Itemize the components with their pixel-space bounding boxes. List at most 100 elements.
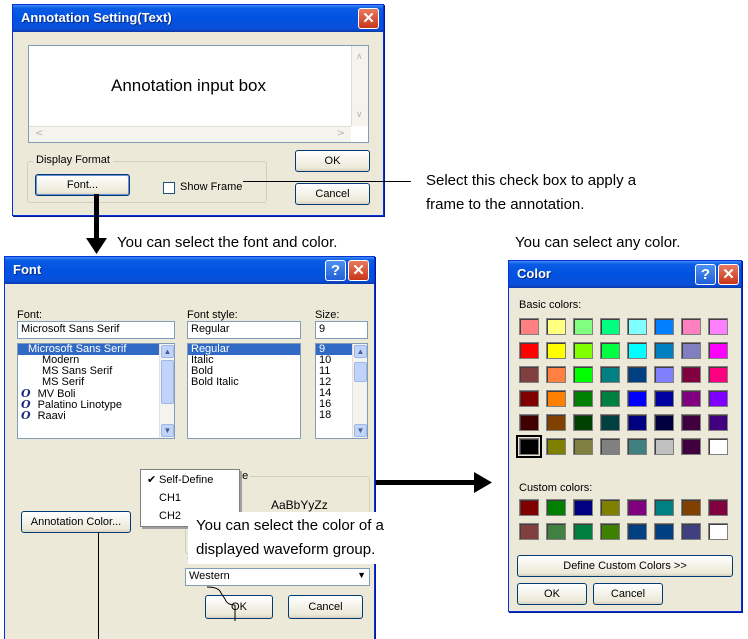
font-cancel-button[interactable]: Cancel bbox=[288, 595, 363, 619]
input-horizontal-scrollbar[interactable]: < > bbox=[29, 126, 351, 142]
color-swatch[interactable] bbox=[681, 318, 701, 335]
chevron-up-icon[interactable]: ▲ bbox=[354, 345, 367, 358]
color-swatch[interactable] bbox=[654, 499, 674, 516]
chevron-right-icon[interactable]: > bbox=[337, 128, 345, 139]
color-swatch[interactable] bbox=[627, 366, 647, 383]
menu-item-ch1[interactable]: CH1 bbox=[141, 491, 239, 507]
annotation-color-button[interactable]: Annotation Color... bbox=[21, 511, 131, 533]
color-cancel-button[interactable]: Cancel bbox=[593, 583, 663, 605]
font-list-item[interactable]: O Palatino Linotype bbox=[18, 399, 174, 411]
help-icon[interactable]: ? bbox=[695, 264, 716, 285]
chevron-up-icon[interactable]: ▲ bbox=[161, 345, 174, 358]
color-swatch[interactable] bbox=[627, 414, 647, 431]
chevron-up-icon[interactable]: ∧ bbox=[356, 52, 363, 62]
color-ok-button[interactable]: OK bbox=[517, 583, 587, 605]
close-icon[interactable]: ✕ bbox=[358, 8, 379, 29]
size-list-scroll-thumb[interactable] bbox=[354, 362, 367, 382]
color-swatch[interactable] bbox=[681, 342, 701, 359]
color-swatch[interactable] bbox=[708, 499, 728, 516]
color-swatch[interactable] bbox=[600, 438, 620, 455]
color-swatch[interactable] bbox=[546, 390, 566, 407]
color-swatch[interactable] bbox=[519, 499, 539, 516]
color-swatch[interactable] bbox=[708, 366, 728, 383]
color-swatch[interactable] bbox=[627, 390, 647, 407]
color-swatch[interactable] bbox=[519, 342, 539, 359]
close-icon[interactable]: ✕ bbox=[348, 260, 369, 281]
font-dialog-titlebar[interactable]: Font ? ✕ bbox=[5, 257, 374, 284]
help-icon[interactable]: ? bbox=[325, 260, 346, 281]
color-swatch[interactable] bbox=[600, 523, 620, 540]
color-swatch[interactable] bbox=[600, 318, 620, 335]
close-icon[interactable]: ✕ bbox=[718, 264, 739, 285]
chevron-down-icon[interactable]: ▼ bbox=[161, 424, 174, 437]
font-list-scroll-thumb[interactable] bbox=[161, 360, 174, 404]
color-swatch[interactable] bbox=[627, 342, 647, 359]
color-swatch[interactable] bbox=[654, 523, 674, 540]
color-swatch[interactable] bbox=[573, 438, 593, 455]
color-swatch[interactable] bbox=[708, 342, 728, 359]
color-swatch[interactable] bbox=[546, 438, 566, 455]
color-swatch[interactable] bbox=[519, 414, 539, 431]
color-swatch[interactable] bbox=[654, 342, 674, 359]
define-custom-colors-button[interactable]: Define Custom Colors >> bbox=[517, 555, 733, 577]
color-swatch[interactable] bbox=[600, 390, 620, 407]
color-swatch[interactable] bbox=[681, 499, 701, 516]
color-swatch[interactable] bbox=[573, 390, 593, 407]
font-button[interactable]: Font... bbox=[35, 174, 130, 196]
color-swatch[interactable] bbox=[546, 523, 566, 540]
color-swatch[interactable] bbox=[627, 499, 647, 516]
color-swatch[interactable] bbox=[519, 366, 539, 383]
color-swatch[interactable] bbox=[627, 523, 647, 540]
font-style-item[interactable]: Bold Italic bbox=[188, 377, 300, 388]
color-swatch[interactable] bbox=[516, 435, 542, 458]
color-swatch[interactable] bbox=[519, 523, 539, 540]
font-list-item[interactable]: MS Serif bbox=[18, 377, 174, 388]
annotation-ok-button[interactable]: OK bbox=[295, 150, 370, 172]
color-swatch[interactable] bbox=[681, 438, 701, 455]
size-list[interactable]: 9 10 11 12 14 16 18 ▲ ▼ bbox=[315, 343, 368, 439]
chevron-down-icon[interactable]: ▼ bbox=[354, 424, 367, 437]
color-swatch[interactable] bbox=[708, 414, 728, 431]
size-list-scrollbar[interactable]: ▲ ▼ bbox=[352, 344, 367, 438]
show-frame-checkbox[interactable] bbox=[163, 182, 175, 194]
color-swatch[interactable] bbox=[573, 499, 593, 516]
font-list-scrollbar[interactable]: ▲ ▼ bbox=[159, 344, 174, 438]
color-swatch[interactable] bbox=[573, 318, 593, 335]
color-swatch[interactable] bbox=[546, 342, 566, 359]
color-swatch[interactable] bbox=[681, 390, 701, 407]
color-swatch[interactable] bbox=[600, 342, 620, 359]
menu-item-self-define[interactable]: ✔ Self-Define bbox=[141, 473, 239, 489]
color-swatch[interactable] bbox=[546, 414, 566, 431]
color-swatch[interactable] bbox=[681, 414, 701, 431]
color-swatch[interactable] bbox=[573, 342, 593, 359]
color-swatch[interactable] bbox=[627, 438, 647, 455]
color-swatch[interactable] bbox=[546, 499, 566, 516]
color-swatch[interactable] bbox=[708, 390, 728, 407]
font-list-item[interactable]: O MV Boli bbox=[18, 388, 174, 400]
color-swatch[interactable] bbox=[573, 414, 593, 431]
font-list[interactable]: Microsoft Sans Serif Modern MS Sans Seri… bbox=[17, 343, 175, 439]
color-swatch[interactable] bbox=[654, 390, 674, 407]
color-swatch[interactable] bbox=[681, 366, 701, 383]
font-name-field[interactable]: Microsoft Sans Serif bbox=[17, 321, 175, 339]
input-vertical-scrollbar[interactable]: ∧ ∨ bbox=[351, 46, 368, 126]
color-swatch[interactable] bbox=[546, 366, 566, 383]
color-swatch[interactable] bbox=[546, 318, 566, 335]
font-style-list[interactable]: Regular Italic Bold Bold Italic bbox=[187, 343, 301, 439]
color-dialog-titlebar[interactable]: Color ? ✕ bbox=[509, 261, 741, 288]
color-swatch[interactable] bbox=[600, 499, 620, 516]
color-swatch[interactable] bbox=[627, 318, 647, 335]
color-swatch[interactable] bbox=[708, 523, 728, 540]
color-swatch[interactable] bbox=[600, 414, 620, 431]
color-swatch[interactable] bbox=[654, 318, 674, 335]
color-swatch[interactable] bbox=[708, 318, 728, 335]
color-swatch[interactable] bbox=[654, 414, 674, 431]
color-swatch[interactable] bbox=[573, 366, 593, 383]
chevron-left-icon[interactable]: < bbox=[35, 128, 43, 139]
color-swatch[interactable] bbox=[654, 366, 674, 383]
annotation-dialog-titlebar[interactable]: Annotation Setting(Text) ✕ bbox=[13, 5, 383, 32]
color-swatch[interactable] bbox=[573, 523, 593, 540]
color-swatch[interactable] bbox=[708, 438, 728, 455]
color-swatch[interactable] bbox=[654, 438, 674, 455]
chevron-down-icon[interactable]: ▼ bbox=[357, 570, 366, 580]
